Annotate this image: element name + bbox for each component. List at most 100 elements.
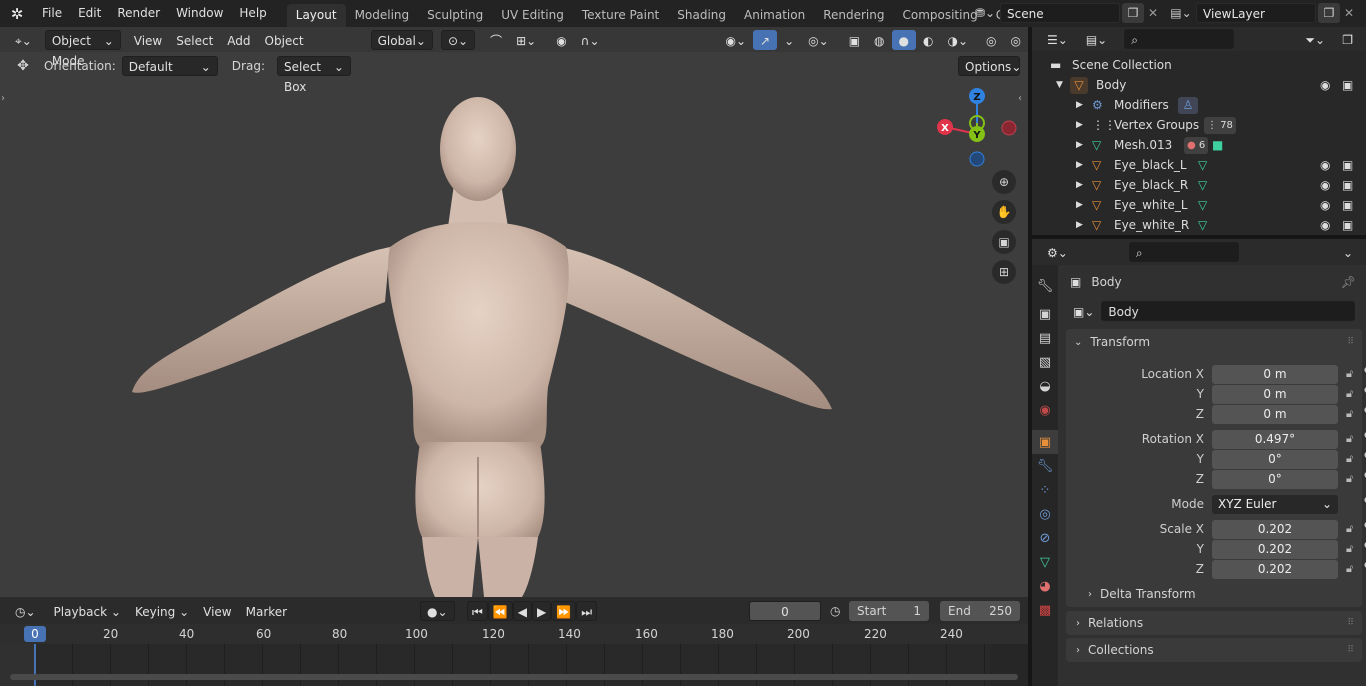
armature-modifier-icon[interactable]: ♙ — [1178, 96, 1198, 114]
menu-keying[interactable]: Keying ⌄ — [128, 601, 196, 621]
outliner-item-modifiers[interactable]: ▶ ⚙ Modifiers ♙ — [1032, 95, 1366, 115]
scale-z-field[interactable]: 0.202 — [1212, 560, 1338, 579]
menu-view[interactable]: View — [127, 30, 169, 50]
new-viewlayer-icon[interactable]: ❐ — [1318, 3, 1340, 23]
view-layer-tab-icon[interactable]: ▧ — [1032, 350, 1058, 374]
location-z-field[interactable]: 0 m — [1212, 405, 1338, 424]
options-dropdown[interactable]: Options ⌄ — [958, 56, 1021, 76]
properties-search-input[interactable]: ⌕ — [1128, 242, 1239, 262]
scale-x-field[interactable]: 0.202 — [1212, 520, 1338, 539]
drag-handle-icon[interactable]: ⠿ — [1347, 337, 1354, 347]
visibility-eye-icon[interactable]: ◉ — [1320, 178, 1330, 192]
tab-animation[interactable]: Animation — [735, 4, 814, 27]
zoom-icon[interactable]: ⊕ — [992, 170, 1016, 194]
tool-tab-icon[interactable]: 🔧︎ — [1032, 274, 1058, 298]
lock-icon[interactable]: 🔓︎ — [1346, 522, 1353, 536]
3d-viewport[interactable]: ⌖⌄ Object Mode ⌄ View Select Add Object G… — [0, 27, 1028, 597]
delta-transform-subpanel[interactable]: › Delta Transform — [1088, 587, 1196, 601]
timeline-editor-type-icon[interactable]: ◷⌄ — [8, 601, 43, 621]
proportional-edit-icon[interactable]: ◉ — [549, 30, 573, 50]
current-frame-field[interactable]: 0 — [749, 600, 821, 621]
local-view-icon[interactable]: ◎ — [979, 30, 1003, 50]
expand-arrow-icon[interactable]: ▶ — [1076, 220, 1092, 230]
start-frame-field[interactable]: Start 1 — [849, 600, 929, 621]
tab-rendering[interactable]: Rendering — [814, 4, 893, 27]
expand-arrow-icon[interactable]: ▶ — [1076, 180, 1092, 190]
grid-icon[interactable]: ⊞ — [992, 260, 1016, 284]
menu-file[interactable]: File — [34, 0, 70, 27]
lock-icon[interactable]: 🔓︎ — [1346, 367, 1353, 381]
object-name-field[interactable]: Body — [1101, 301, 1356, 321]
new-scene-icon[interactable]: ❐ — [1122, 3, 1144, 23]
render-camera-icon[interactable]: ▣ — [1342, 78, 1353, 92]
mode-dropdown[interactable]: Object Mode ⌄ — [44, 29, 121, 68]
tab-texture-paint[interactable]: Texture Paint — [573, 4, 668, 27]
overlay-icon[interactable]: ◎⌄ — [801, 30, 836, 50]
falloff-icon[interactable]: ∩⌄ — [574, 30, 607, 50]
lock-icon[interactable]: 🔓︎ — [1346, 472, 1353, 486]
expand-arrow-icon[interactable]: ▶ — [1076, 140, 1092, 150]
jump-start-icon[interactable]: ⏮ — [467, 600, 488, 621]
relations-panel-header[interactable]: › Relations ⠿ — [1066, 611, 1362, 635]
mesh-data-icon[interactable]: ▽ — [1198, 158, 1207, 172]
collections-panel-header[interactable]: › Collections ⠿ — [1066, 638, 1362, 662]
render-camera-icon[interactable]: ▣ — [1342, 178, 1353, 192]
outliner-search-input[interactable]: ⌕ — [1124, 29, 1235, 49]
rotation-z-field[interactable]: 0° — [1212, 470, 1338, 489]
visibility-icon[interactable]: ◉⌄ — [719, 30, 754, 50]
lock-icon[interactable]: 🔓︎ — [1346, 432, 1353, 446]
toolbar-expand-icon[interactable]: › — [1, 93, 5, 104]
blender-logo-icon[interactable]: ✲ — [0, 5, 34, 23]
camera-view-icon[interactable]: ◎ — [1004, 30, 1028, 50]
lock-icon[interactable]: 🔓︎ — [1346, 452, 1353, 466]
pan-hand-icon[interactable]: ✋ — [992, 200, 1016, 224]
expand-arrow-icon[interactable]: ▶ — [1076, 120, 1092, 130]
body-object-row[interactable]: ▼ ▽ Body ◉ ▣ — [1032, 75, 1366, 95]
render-camera-icon[interactable]: ▣ — [1342, 218, 1353, 232]
move-tool-icon[interactable]: ✥ — [8, 58, 38, 74]
scene-collection-row[interactable]: ▬ Scene Collection — [1032, 55, 1366, 75]
wireframe-shading-icon[interactable]: ◍ — [867, 30, 891, 50]
vertex-group-count-badge[interactable]: ⋮ 78 — [1204, 116, 1236, 134]
play-reverse-icon[interactable]: ◀ — [512, 600, 532, 621]
jump-keyframe-prev-icon[interactable]: ⏪ — [487, 600, 513, 621]
play-icon[interactable]: ▶ — [532, 600, 552, 621]
location-y-field[interactable]: 0 m — [1212, 385, 1338, 404]
jump-keyframe-next-icon[interactable]: ⏩ — [551, 600, 577, 621]
menu-add[interactable]: Add — [220, 30, 257, 50]
properties-editor-type-icon[interactable]: ⚙⌄ — [1040, 242, 1075, 262]
jump-end-icon[interactable]: ⏭ — [576, 600, 597, 621]
properties-options-icon[interactable]: ⌄ — [1336, 242, 1360, 262]
delete-viewlayer-icon[interactable]: ✕ — [1340, 6, 1358, 20]
render-tab-icon[interactable]: ▣ — [1032, 302, 1058, 326]
menu-timeline-view[interactable]: View — [196, 601, 238, 621]
menu-select[interactable]: Select — [169, 30, 220, 50]
visibility-eye-icon[interactable]: ◉ — [1320, 78, 1330, 92]
outliner-item-eye-white-l[interactable]: ▶ ▽ Eye_white_L ▽ ◉ ▣ — [1032, 195, 1366, 215]
menu-help[interactable]: Help — [231, 0, 274, 27]
render-camera-icon[interactable]: ▣ — [1342, 198, 1353, 212]
mesh-data-icon[interactable]: ■ — [1212, 138, 1223, 152]
outliner-item-eye-black-l[interactable]: ▶ ▽ Eye_black_L ▽ ◉ ▣ — [1032, 155, 1366, 175]
rendered-shading-icon[interactable]: ◑⌄ — [941, 30, 976, 50]
end-frame-field[interactable]: End 250 — [940, 600, 1020, 621]
outliner-editor-type-icon[interactable]: ☰⌄ — [1040, 29, 1075, 49]
lock-icon[interactable]: 🔓︎ — [1346, 542, 1353, 556]
rotation-x-field[interactable]: 0.497° — [1212, 430, 1338, 449]
menu-playback[interactable]: Playback ⌄ — [47, 601, 128, 621]
solid-shading-icon[interactable]: ● — [891, 29, 917, 50]
expand-arrow-icon[interactable]: ▶ — [1076, 160, 1092, 170]
particles-tab-icon[interactable]: ⁘ — [1032, 478, 1058, 502]
new-collection-icon[interactable]: ❐ — [1335, 29, 1360, 49]
visibility-eye-icon[interactable]: ◉ — [1320, 158, 1330, 172]
constraints-tab-icon[interactable]: ⊘ — [1032, 526, 1058, 550]
gizmo-toggle-icon[interactable]: ↗ — [753, 29, 778, 50]
timeline-scrollbar[interactable] — [10, 674, 1018, 680]
frame-ruler[interactable]: 0 20 40 60 80 100 120 140 160 180 200 22… — [0, 624, 1028, 644]
scene-tab-icon[interactable]: ◒ — [1032, 374, 1058, 398]
outliner-item-eye-black-r[interactable]: ▶ ▽ Eye_black_R ▽ ◉ ▣ — [1032, 175, 1366, 195]
rotation-y-field[interactable]: 0° — [1212, 450, 1338, 469]
lock-icon[interactable]: 🔓︎ — [1346, 407, 1353, 421]
gizmo-dropdown-icon[interactable]: ⌄ — [777, 30, 801, 50]
delete-scene-icon[interactable]: ✕ — [1144, 6, 1162, 20]
